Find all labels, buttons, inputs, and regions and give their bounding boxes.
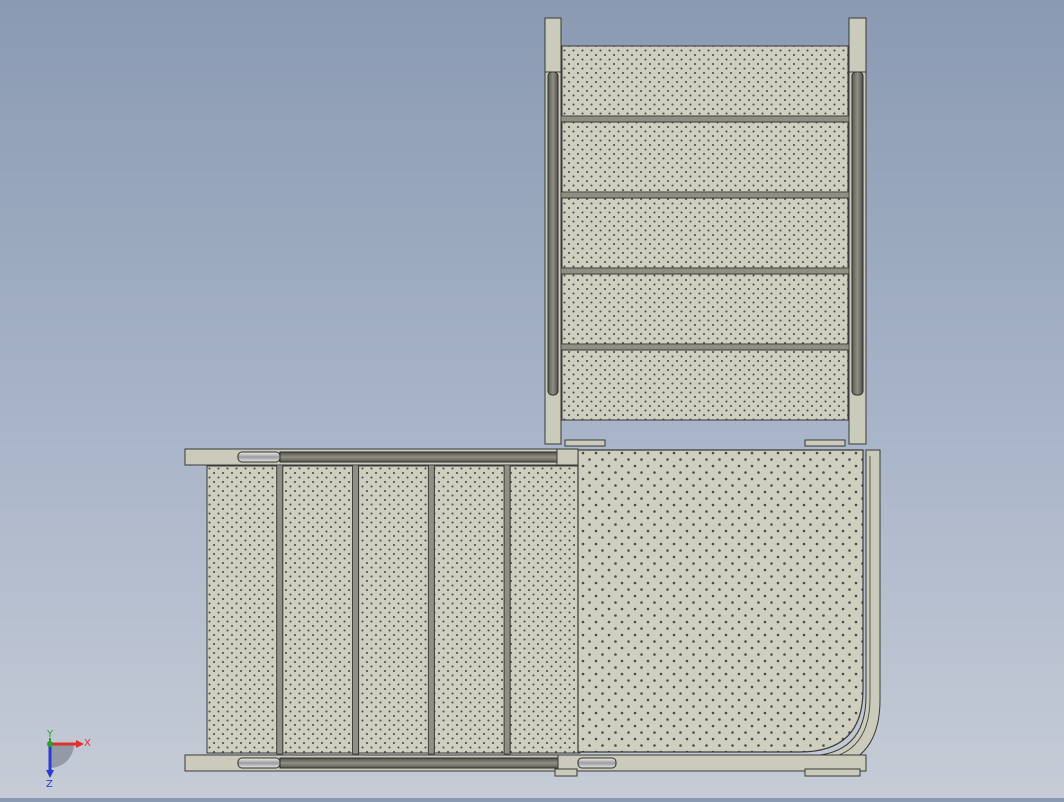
lower-tread	[282, 465, 354, 754]
lower-bottom-handrail	[279, 757, 559, 769]
lower-tread-nosing	[276, 464, 284, 755]
landing-deck	[577, 449, 864, 753]
upper-treads	[560, 45, 850, 421]
landing-tube-end	[577, 757, 617, 769]
upper-tread	[561, 273, 849, 345]
upper-flight	[544, 17, 867, 447]
upper-tread	[561, 121, 849, 193]
lower-tread-nosing	[503, 464, 511, 755]
x-axis-label: X	[84, 738, 91, 749]
lower-flight	[184, 448, 581, 772]
lower-tread	[206, 465, 278, 754]
landing-platform	[554, 448, 881, 777]
upper-tread	[561, 197, 849, 269]
lower-tread-nosing	[427, 464, 435, 755]
lower-treads	[206, 464, 581, 755]
cad-viewport[interactable]: X Y Z	[0, 0, 1064, 798]
lower-tread	[509, 465, 581, 754]
upper-tread-nosing	[560, 191, 850, 199]
lower-top-tube-end	[237, 451, 281, 463]
upper-tread-nosing	[560, 267, 850, 275]
upper-tread-nosing	[560, 343, 850, 351]
lower-tread	[358, 465, 429, 754]
upper-right-handrail	[851, 71, 864, 396]
upper-tread	[561, 349, 849, 421]
lower-tread	[433, 465, 505, 754]
lower-tread-nosing	[352, 464, 360, 755]
coordinate-triad: X Y Z	[36, 728, 106, 790]
upper-tread	[561, 45, 849, 117]
triad-shadow	[50, 744, 74, 768]
z-axis-label: Z	[46, 779, 53, 788]
upper-tread-nosing	[560, 115, 850, 123]
lower-top-handrail	[279, 451, 559, 463]
upper-left-handrail	[547, 71, 559, 396]
lower-bottom-tube-end	[237, 757, 281, 769]
y-axis-label: Y	[46, 729, 54, 740]
stair-assembly-drawing	[184, 17, 881, 777]
